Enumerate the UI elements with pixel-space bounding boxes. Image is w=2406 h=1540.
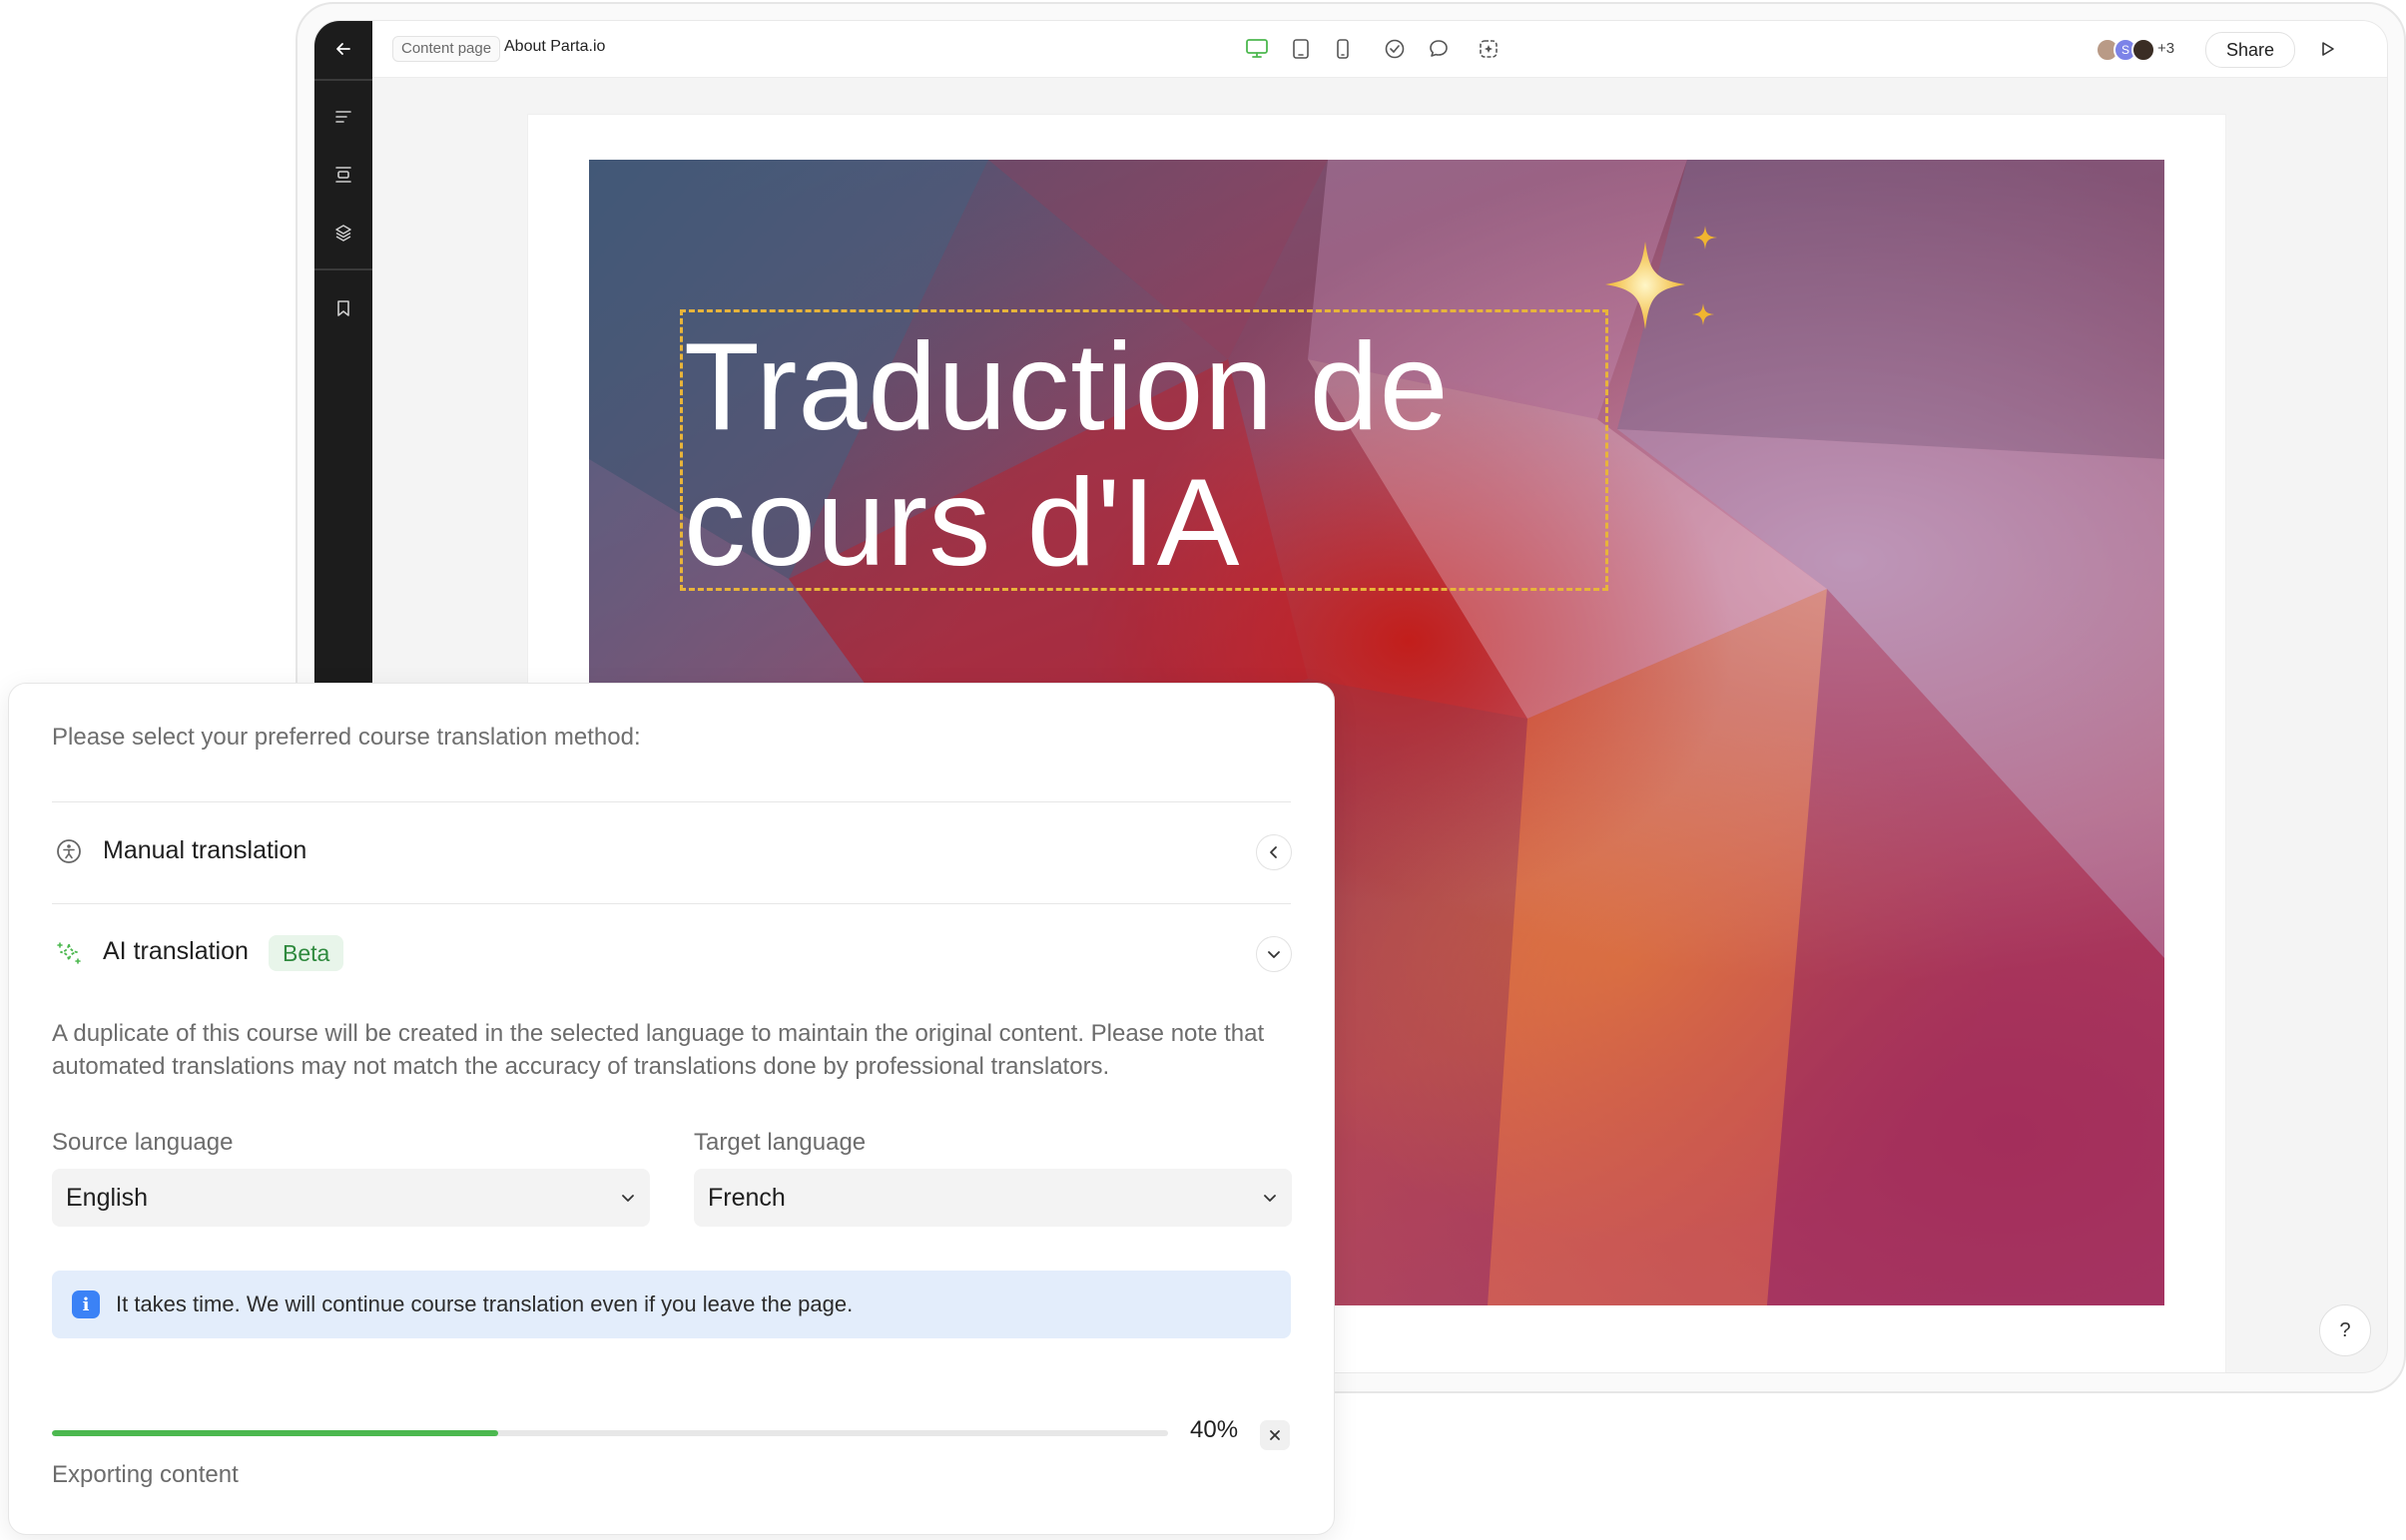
progress-bar — [52, 1430, 1168, 1436]
ai-translation-description: A duplicate of this course will be creat… — [52, 1020, 1265, 1080]
ai-assist-icon[interactable] — [1473, 33, 1504, 65]
check-circle-icon[interactable] — [1379, 33, 1411, 65]
target-language-value: French — [708, 1183, 786, 1212]
ai-sparkle-icon — [54, 938, 84, 968]
close-icon — [1270, 1430, 1280, 1440]
source-language-label: Source language — [52, 1129, 234, 1156]
back-arrow-icon[interactable] — [314, 27, 372, 71]
info-icon: i — [72, 1290, 100, 1318]
blocks-icon[interactable] — [314, 153, 372, 197]
translation-prompt: Please select your preferred course tran… — [52, 724, 641, 751]
layers-icon[interactable] — [314, 211, 372, 255]
beta-badge: Beta — [269, 935, 344, 971]
cancel-translation-button[interactable] — [1260, 1420, 1290, 1450]
chevron-down-icon — [1262, 1184, 1278, 1213]
manual-translation-icon — [54, 836, 84, 866]
divider — [52, 801, 1291, 802]
breadcrumb-tag[interactable]: Content page — [392, 36, 501, 62]
progress-percent: 40% — [1190, 1416, 1239, 1443]
collaborators-more-count[interactable]: +3 — [2157, 40, 2174, 57]
progress-status: Exporting content — [52, 1461, 239, 1488]
source-language-select[interactable]: English — [52, 1169, 650, 1227]
bookmark-icon[interactable] — [314, 286, 372, 330]
desktop-view-icon[interactable] — [1241, 33, 1273, 65]
rail-divider — [314, 268, 372, 270]
chevron-down-icon — [620, 1184, 636, 1213]
play-icon[interactable] — [2313, 35, 2341, 63]
target-language-label: Target language — [694, 1129, 867, 1156]
outline-icon[interactable] — [314, 95, 372, 139]
ai-translation-option[interactable]: AI translation — [103, 937, 249, 966]
source-language-value: English — [66, 1183, 148, 1212]
divider — [52, 903, 1291, 904]
mobile-view-icon[interactable] — [1327, 33, 1359, 65]
editor-topbar: Content page About Parta.io S +3 Share — [372, 21, 2387, 78]
collaborator-avatar[interactable] — [2131, 38, 2155, 62]
tablet-view-icon[interactable] — [1285, 33, 1317, 65]
help-button[interactable]: ? — [2319, 1304, 2371, 1356]
progress-fill — [52, 1430, 499, 1436]
rail-divider — [314, 79, 372, 81]
translation-panel: Please select your preferred course tran… — [8, 683, 1335, 1535]
info-notice-text: It takes time. We will continue course t… — [116, 1291, 854, 1316]
chevron-down-icon[interactable] — [1256, 936, 1292, 972]
chevron-left-icon[interactable] — [1256, 834, 1292, 870]
page-title[interactable]: About Parta.io — [504, 38, 605, 56]
target-language-select[interactable]: French — [694, 1169, 1292, 1227]
share-button[interactable]: Share — [2205, 32, 2295, 68]
manual-translation-option[interactable]: Manual translation — [103, 836, 306, 865]
hero-title[interactable]: Traduction de cours d'IA — [684, 319, 1602, 591]
comment-icon[interactable] — [1423, 33, 1455, 65]
info-notice: i It takes time. We will continue course… — [52, 1271, 1291, 1338]
